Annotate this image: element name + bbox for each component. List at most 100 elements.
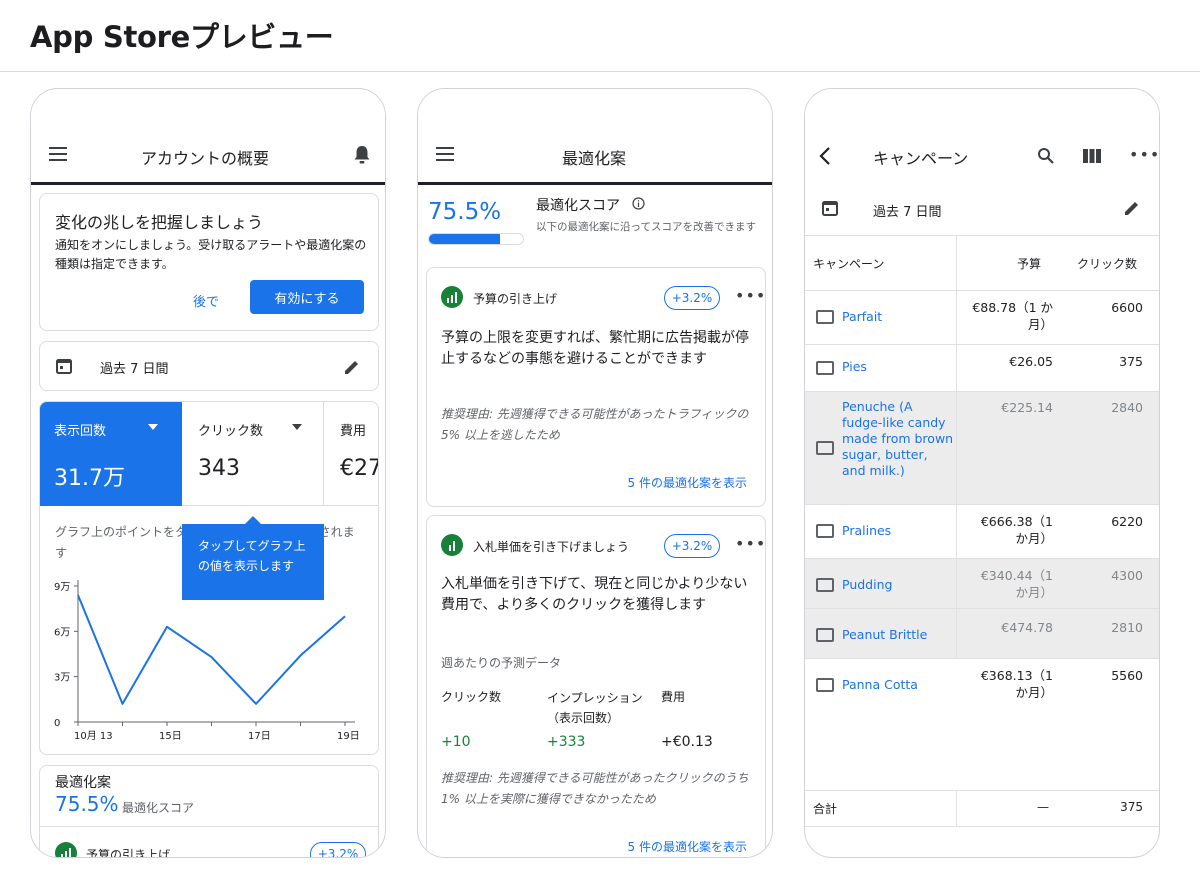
calendar-icon xyxy=(56,359,72,374)
dropdown-arrow-icon xyxy=(148,424,158,430)
campaign-budget: €474.78 xyxy=(1001,620,1053,635)
info-icon[interactable] xyxy=(632,197,645,210)
calendar-icon xyxy=(822,201,838,216)
campaign-clicks: 375 xyxy=(1119,354,1143,369)
campaign-name[interactable]: Pies xyxy=(842,359,867,375)
more-options-icon[interactable]: ••• xyxy=(735,286,766,305)
app-bar: キャンペーン ••• xyxy=(805,89,1159,185)
date-range-card[interactable]: 過去 7 日間 xyxy=(39,341,379,391)
bar-chart-icon xyxy=(55,842,77,857)
page-header: App Storeプレビュー xyxy=(0,0,1200,72)
tools-campaign-icon xyxy=(816,628,834,642)
metric-tile-clicks[interactable]: クリック数 343 xyxy=(182,402,324,506)
bell-icon xyxy=(354,146,370,164)
columns-icon[interactable] xyxy=(1083,149,1101,163)
recommendation-card-budget[interactable]: 予算の引き上げ +3.2% ••• 予算の上限を変更すれば、繁忙期に広告掲載が停… xyxy=(426,267,766,507)
metric-value: €27 xyxy=(340,456,379,481)
total-label: 合計 xyxy=(813,802,838,816)
weekly-forecast-label: 週あたりの予測データ xyxy=(441,656,562,670)
score-chip[interactable]: +3.2% xyxy=(664,534,720,558)
score-subtitle: 以下の最適化案に沿ってスコアを改善できます xyxy=(536,221,756,233)
edit-icon[interactable] xyxy=(343,358,361,376)
campaign-clicks: 4300 xyxy=(1111,568,1143,583)
menu-button[interactable] xyxy=(49,147,67,161)
menu-button[interactable] xyxy=(436,147,454,161)
date-range-label: 過去 7 日間 xyxy=(100,362,169,377)
campaign-budget: €225.14 xyxy=(1001,400,1053,415)
metric-label: 費用 xyxy=(340,424,367,439)
bid-icon xyxy=(441,534,463,556)
optimization-card[interactable]: 最適化案 75.5% 最適化スコア 予算の引き上げ +3.2% xyxy=(39,765,379,858)
optimization-title: 最適化案 xyxy=(55,775,111,791)
forecast-val-impressions: +333 xyxy=(547,734,586,750)
peek-label: 予算の引き上げ xyxy=(86,848,171,858)
optimization-score: 75.5% xyxy=(55,792,119,816)
score-title: 最適化スコア xyxy=(536,198,620,214)
date-range-row[interactable]: 過去 7 日間 xyxy=(805,185,1159,235)
metric-value: 31.7万 xyxy=(54,466,125,491)
phone-recommendations: 最適化案 75.5% 最適化スコア 以下の最適化案に沿ってスコアを改善できます … xyxy=(417,88,773,858)
campaign-name[interactable]: Pudding xyxy=(842,577,892,593)
x-tick-label: 19日 xyxy=(337,731,360,742)
forecast-val-clicks: +10 xyxy=(441,734,471,750)
score-chip[interactable]: +3.2% xyxy=(310,842,366,857)
score-chip[interactable]: +3.2% xyxy=(664,286,720,310)
metric-tile-impressions[interactable]: 表示回数 31.7万 xyxy=(40,402,182,506)
more-options-icon[interactable]: ••• xyxy=(735,534,766,553)
enable-button[interactable]: 有効にする xyxy=(250,280,364,314)
recommendation-card-bids[interactable]: 入札単価を引き下げましょう +3.2% ••• 入札単価を引き下げて、現在と同じ… xyxy=(426,515,766,857)
chart-tooltip: タップしてグラフ上の値を表示します xyxy=(182,524,324,600)
notifications-button[interactable] xyxy=(353,145,371,165)
campaign-clicks: 2810 xyxy=(1111,620,1143,635)
back-arrow-icon[interactable] xyxy=(819,147,831,165)
campaign-name[interactable]: Parfait xyxy=(842,309,882,325)
campaign-name[interactable]: Penuche (A fudge-like candy made from br… xyxy=(842,399,954,479)
total-budget: — xyxy=(1037,800,1049,814)
metric-tile-cost[interactable]: 費用 €27 xyxy=(324,402,379,506)
score-progress-bar xyxy=(428,233,524,245)
metric-value: 343 xyxy=(198,456,240,481)
more-options-icon[interactable]: ••• xyxy=(1129,145,1159,164)
column-header-budget[interactable]: 予算 xyxy=(1017,255,1041,272)
later-button[interactable]: 後で xyxy=(193,291,219,310)
view-recommendations-link[interactable]: 5 件の最適化案を表示 xyxy=(628,474,747,491)
y-tick-label: 6万 xyxy=(54,627,70,638)
y-tick-label: 3万 xyxy=(54,673,70,684)
divider xyxy=(40,826,378,827)
view-recommendations-link[interactable]: 5 件の最適化案を表示 xyxy=(628,838,747,855)
search-campaign-icon xyxy=(816,678,834,692)
hamburger-icon xyxy=(436,147,454,161)
optimization-score: 75.5% xyxy=(428,199,502,225)
optimization-score-label: 最適化スコア xyxy=(122,801,195,815)
notice-body: 通知をオンにしましょう。受け取るアラートや最適化案の種類は指定できます。 xyxy=(55,238,367,271)
notification-card: 変化の兆しを把握しましょう 通知をオンにしましょう。受け取るアラートや最適化案の… xyxy=(39,193,379,331)
series-line xyxy=(77,594,346,705)
forecast-col-clicks: クリック数 xyxy=(441,690,502,704)
recommendation-headline: 入札単価を引き下げて、現在と同じかより少ない費用で、より多くのクリックを獲得しま… xyxy=(441,576,748,613)
campaign-name[interactable]: Peanut Brittle xyxy=(842,627,927,643)
x-tick-label: 15日 xyxy=(159,731,182,742)
search-icon[interactable] xyxy=(1037,147,1055,165)
forecast-col-cost: 費用 xyxy=(661,690,686,704)
bar-chart-icon xyxy=(441,286,463,308)
app-bar: 最適化案 xyxy=(418,89,772,185)
campaign-clicks: 2840 xyxy=(1111,400,1143,415)
metric-label: クリック数 xyxy=(198,424,264,439)
tooltip-arrow xyxy=(245,516,261,524)
column-header-campaign[interactable]: キャンペーン xyxy=(813,255,884,272)
recommendation-label: 入札単価を引き下げましょう xyxy=(473,540,630,554)
campaign-name[interactable]: Panna Cotta xyxy=(842,677,918,693)
screen-title: キャンペーン xyxy=(873,149,969,168)
campaign-budget: €368.13（1 か月） xyxy=(980,668,1053,700)
edit-icon[interactable] xyxy=(1123,199,1141,217)
campaign-clicks: 6220 xyxy=(1111,514,1143,529)
column-header-clicks[interactable]: クリック数 xyxy=(1077,255,1137,272)
campaign-budget: €88.78（1 か月） xyxy=(972,300,1053,332)
metric-label: 表示回数 xyxy=(54,424,107,439)
campaign-clicks: 5560 xyxy=(1111,668,1143,683)
tag-campaign-icon xyxy=(816,578,834,592)
campaign-budget: €26.05 xyxy=(1009,354,1053,369)
x-tick-label: 10月 13 xyxy=(74,730,113,742)
campaign-name[interactable]: Pralines xyxy=(842,523,891,539)
forecast-val-cost: +€0.13 xyxy=(661,734,713,750)
